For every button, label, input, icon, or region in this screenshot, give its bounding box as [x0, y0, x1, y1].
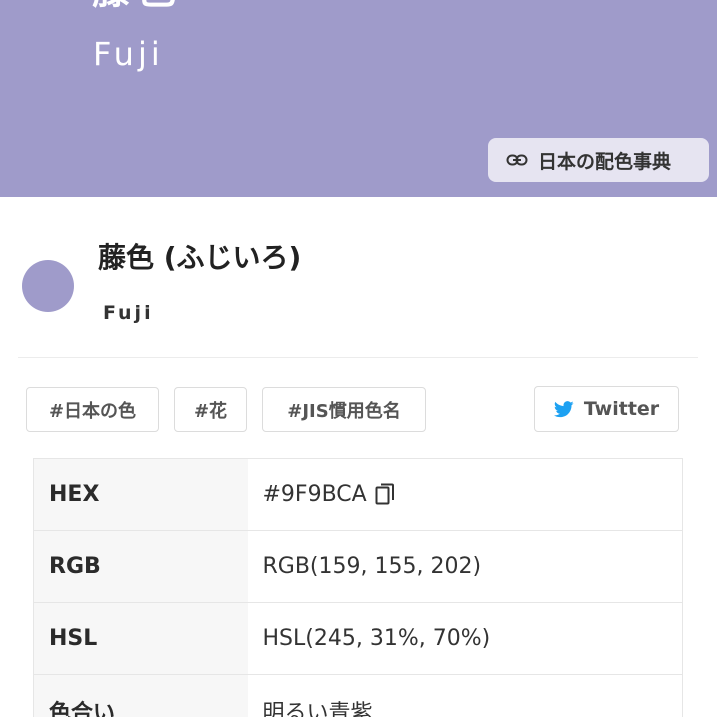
- copy-icon[interactable]: [375, 483, 395, 507]
- twitter-share-button[interactable]: Twitter: [534, 386, 679, 432]
- table-row: 色合い 明るい青紫: [33, 674, 683, 717]
- table-row: RGB RGB(159, 155, 202): [33, 530, 683, 603]
- link-icon: [506, 154, 528, 166]
- row-value-hex: #9F9BCA: [247, 458, 683, 531]
- table-row: HSL HSL(245, 31%, 70%): [33, 602, 683, 675]
- row-value-rgb: RGB(159, 155, 202): [247, 530, 683, 603]
- color-swatch: [22, 260, 74, 312]
- row-key-hue: 色合い: [33, 674, 248, 717]
- tag-jis-color-name[interactable]: #JIS慣用色名: [262, 387, 426, 432]
- hex-value: #9F9BCA: [262, 482, 367, 507]
- hero-color-kanji: 藤色: [92, 0, 180, 10]
- color-name: 藤色 (ふじいろ): [98, 241, 302, 274]
- color-title-section: 藤色 (ふじいろ) Fuji: [0, 230, 717, 340]
- dict-button-label: 日本の配色事典: [538, 150, 672, 173]
- tag-japanese-colors[interactable]: #日本の色: [26, 387, 159, 432]
- japanese-color-dictionary-button[interactable]: 日本の配色事典: [488, 138, 709, 182]
- color-romaji: Fuji: [103, 302, 154, 324]
- section-divider: [18, 357, 698, 358]
- row-key-hsl: HSL: [33, 602, 248, 675]
- row-value-hue: 明るい青紫: [247, 674, 683, 717]
- hero-banner: 藤色 Fuji 日本の配色事典: [0, 0, 717, 197]
- twitter-label: Twitter: [583, 398, 660, 420]
- row-key-rgb: RGB: [33, 530, 248, 603]
- row-key-hex: HEX: [33, 458, 248, 531]
- row-value-hsl: HSL(245, 31%, 70%): [247, 602, 683, 675]
- table-row: HEX #9F9BCA: [33, 458, 683, 531]
- twitter-bird-icon: [553, 400, 574, 417]
- tag-flower[interactable]: #花: [174, 387, 247, 432]
- hero-color-romaji: Fuji: [93, 35, 164, 73]
- color-info-table: HEX #9F9BCA RGB RGB(159, 155, 202) HSL H…: [33, 458, 683, 717]
